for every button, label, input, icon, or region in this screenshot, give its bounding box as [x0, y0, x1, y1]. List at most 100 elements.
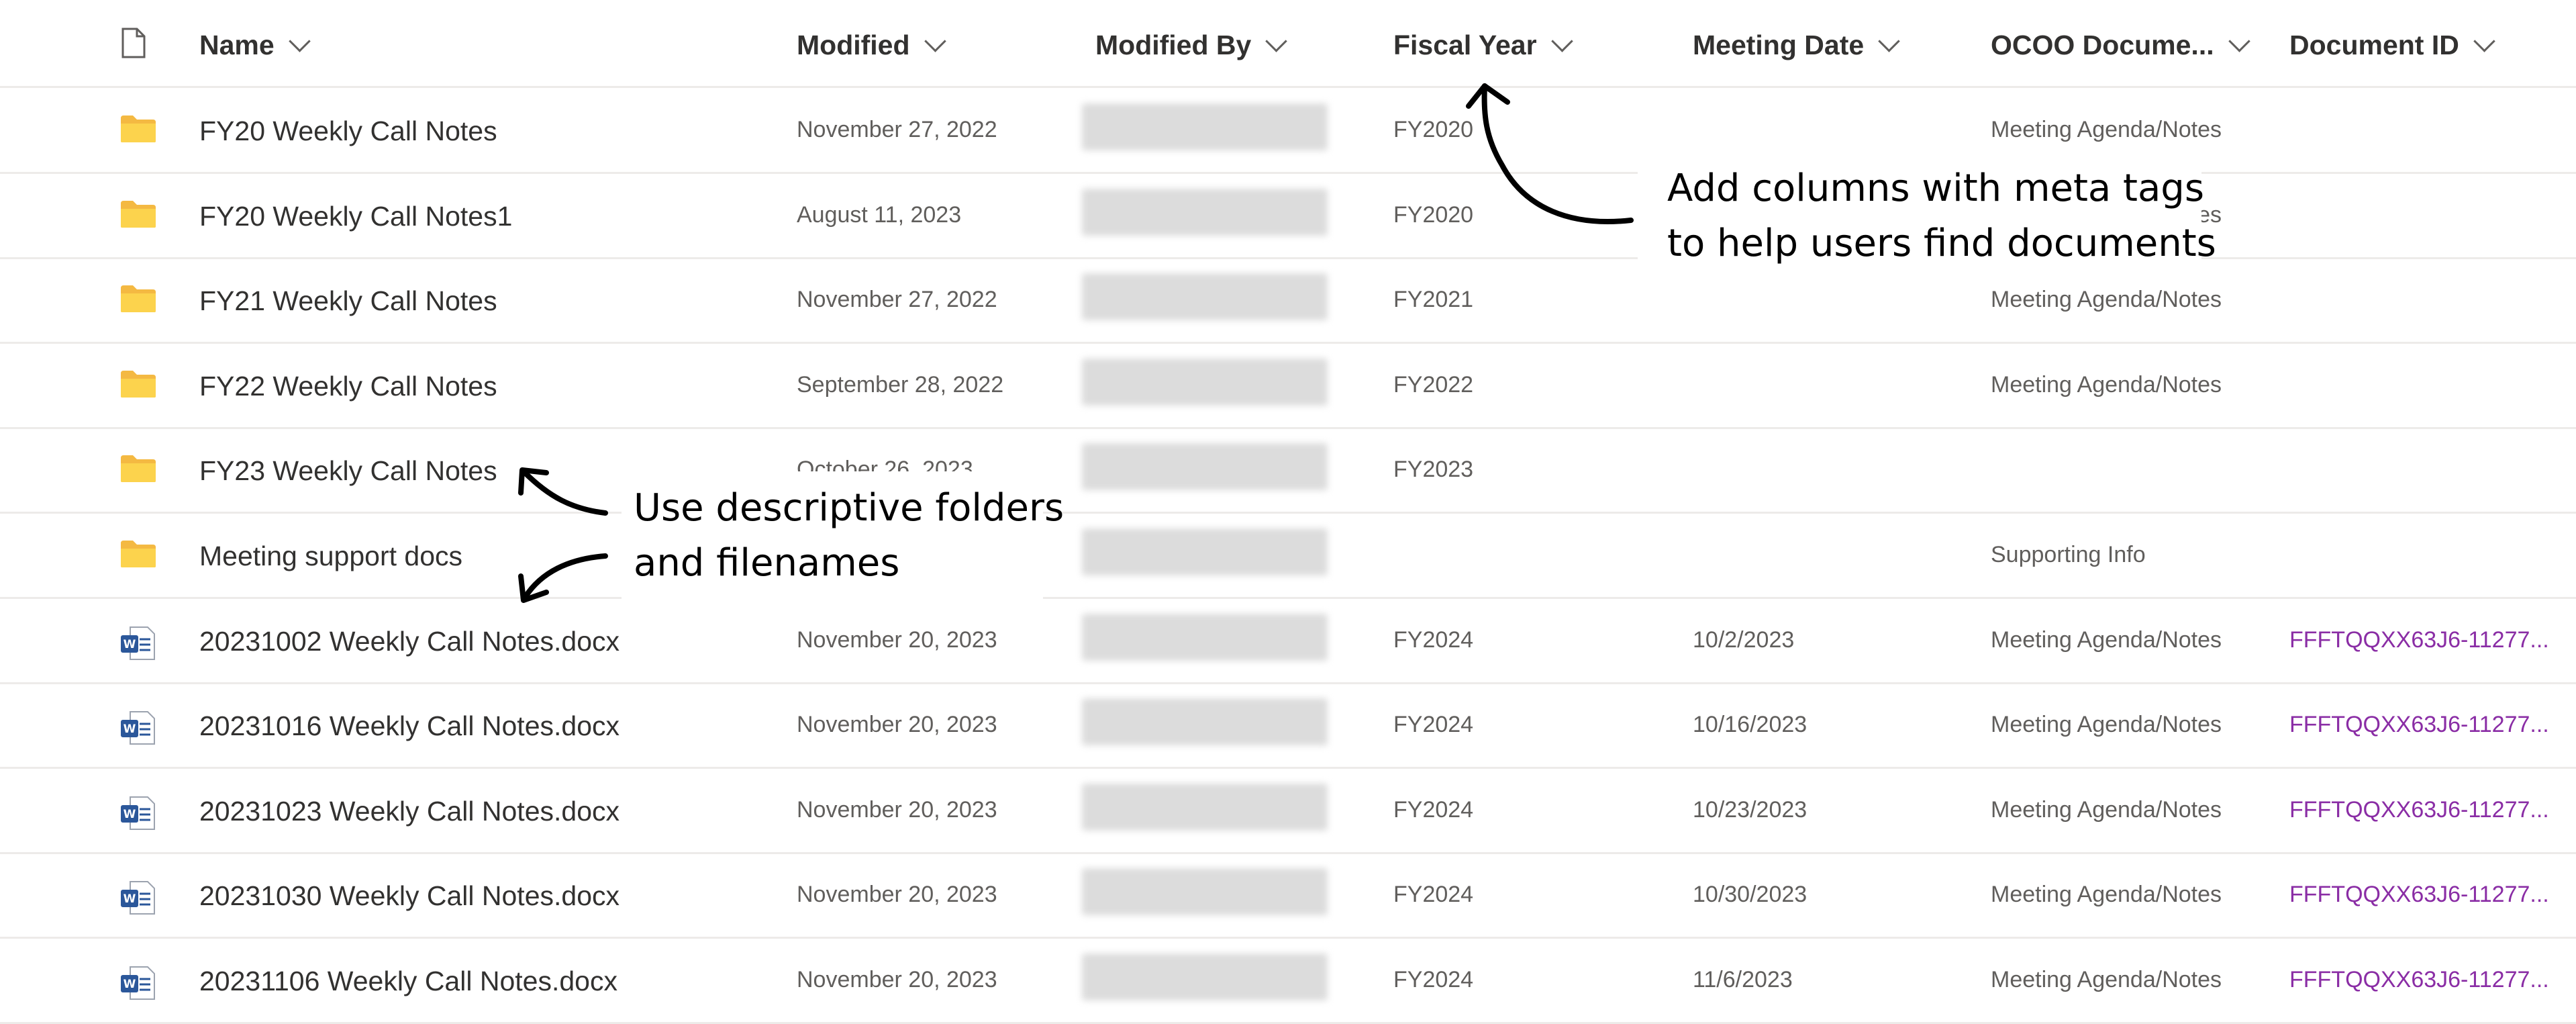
column-header-ocoo-document-type[interactable]: OCOO Docume... — [1991, 30, 2250, 61]
annotation-metadata-line2: to help users find documents — [1667, 222, 2216, 265]
chevron-down-icon — [2228, 30, 2250, 52]
word-doc-icon: W — [119, 964, 157, 1005]
meeting-date-value: 11/6/2023 — [1693, 967, 1793, 992]
modified-by-redacted — [1082, 528, 1328, 575]
folder-icon — [119, 454, 157, 487]
fiscal-year-value: FY2024 — [1393, 712, 1474, 738]
item-name-link[interactable]: FY21 Weekly Call Notes — [199, 285, 497, 317]
ocoo-document-type-value: Meeting Agenda/Notes — [1991, 796, 2222, 823]
folder-icon — [119, 114, 157, 147]
ocoo-document-type-value: Meeting Agenda/Notes — [1991, 626, 2222, 653]
ocoo-document-type-value: Meeting Agenda/Notes — [1991, 371, 2222, 398]
document-id-link[interactable]: FFFTQQXX63J6-11277... — [2289, 882, 2549, 908]
item-name-link[interactable]: Meeting support docs — [199, 541, 462, 572]
column-header-name[interactable]: Name — [199, 30, 311, 61]
modified-date: November 20, 2023 — [797, 882, 997, 908]
annotation-naming-line1: Use descriptive folders — [634, 486, 1064, 530]
column-header-label: OCOO Docume... — [1991, 30, 2214, 60]
folder-icon — [119, 539, 157, 572]
column-header-label: Modified — [797, 30, 910, 60]
table-row[interactable]: W 20231016 Weekly Call Notes.docx November… — [0, 682, 2576, 770]
document-id-link[interactable]: FFFTQQXX63J6-11277... — [2289, 797, 2549, 823]
chevron-down-icon — [2473, 30, 2495, 52]
fiscal-year-value: FY2020 — [1393, 117, 1474, 142]
modified-by-redacted — [1082, 953, 1328, 1000]
modified-by-redacted — [1082, 783, 1328, 831]
meeting-date-value: 10/30/2023 — [1693, 882, 1807, 908]
table-row[interactable]: W 20231023 Weekly Call Notes.docx November… — [0, 767, 2576, 854]
folder-icon — [119, 199, 157, 232]
table-row[interactable]: W 20231002 Weekly Call Notes.docx November… — [0, 598, 2576, 684]
column-header-label: Fiscal Year — [1393, 30, 1537, 60]
item-name-link[interactable]: 20231002 Weekly Call Notes.docx — [199, 626, 620, 657]
document-id-link[interactable]: FFFTQQXX63J6-11277... — [2289, 712, 2549, 738]
modified-date: November 27, 2022 — [797, 117, 997, 142]
column-header-meeting-date[interactable]: Meeting Date — [1693, 30, 1900, 61]
document-id-link[interactable]: FFFTQQXX63J6-11277... — [2289, 967, 2549, 993]
svg-text:W: W — [123, 978, 136, 991]
fiscal-year-value: FY2023 — [1393, 457, 1474, 483]
fiscal-year-value: FY2024 — [1393, 882, 1474, 908]
item-name-link[interactable]: 20231016 Weekly Call Notes.docx — [199, 710, 620, 742]
ocoo-document-type-value: Supporting Info — [1991, 542, 2146, 567]
modified-by-redacted — [1082, 188, 1328, 236]
item-name-link[interactable]: FY22 Weekly Call Notes — [199, 371, 497, 402]
fiscal-year-value: FY2020 — [1393, 201, 1474, 228]
column-header-label: Document ID — [2289, 30, 2459, 60]
item-name-link[interactable]: FY23 Weekly Call Notes — [199, 455, 497, 487]
word-doc-icon: W — [119, 794, 157, 835]
folder-icon — [119, 284, 157, 317]
item-name-link[interactable]: 20231023 Weekly Call Notes.docx — [199, 796, 620, 827]
modified-by-redacted — [1082, 443, 1328, 491]
svg-text:W: W — [123, 808, 136, 821]
chevron-down-icon — [1265, 30, 1288, 52]
modified-date: November 20, 2023 — [797, 626, 997, 653]
item-name-link[interactable]: FY20 Weekly Call Notes1 — [199, 201, 512, 232]
ocoo-document-type-value: Meeting Agenda/Notes — [1991, 287, 2222, 313]
item-name-link[interactable]: 20231030 Weekly Call Notes.docx — [199, 880, 620, 912]
svg-text:W: W — [123, 638, 136, 651]
annotation-naming-line2: and filenames — [634, 541, 900, 585]
modified-by-redacted — [1082, 613, 1328, 661]
modified-date: August 11, 2023 — [797, 201, 962, 228]
column-header-modified[interactable]: Modified — [797, 30, 946, 61]
chevron-down-icon — [288, 30, 311, 52]
column-header-label: Meeting Date — [1693, 30, 1865, 60]
modified-date: November 27, 2022 — [797, 287, 997, 313]
modified-date: November 20, 2023 — [797, 967, 997, 992]
meeting-date-value: 10/23/2023 — [1693, 796, 1807, 823]
document-id-link[interactable]: FFFTQQXX63J6-11277... — [2289, 627, 2549, 653]
ocoo-document-type-value: Meeting Agenda/Notes — [1991, 117, 2222, 142]
ocoo-document-type-value: Meeting Agenda/Notes — [1991, 882, 2222, 908]
table-row[interactable]: FY23 Weekly Call Notes October 26, 2023 FY… — [0, 427, 2576, 514]
chevron-down-icon — [924, 30, 946, 52]
modified-by-redacted — [1082, 868, 1328, 916]
table-row[interactable]: W 20231030 Weekly Call Notes.docx November… — [0, 852, 2576, 939]
column-header-document-id[interactable]: Document ID — [2289, 30, 2495, 61]
item-name-link[interactable]: 20231106 Weekly Call Notes.docx — [199, 966, 617, 997]
folder-icon — [119, 369, 157, 402]
fiscal-year-value: FY2021 — [1393, 287, 1474, 313]
file-icon — [121, 28, 146, 58]
modified-by-redacted — [1082, 358, 1328, 406]
column-header-fiscal-year[interactable]: Fiscal Year — [1393, 30, 1573, 61]
column-header-bar: Name Modified Modified By Fiscal Year Me… — [0, 0, 2576, 88]
svg-text:W: W — [123, 892, 136, 906]
modified-date: September 28, 2022 — [797, 371, 1004, 398]
item-name-link[interactable]: FY20 Weekly Call Notes — [199, 115, 497, 147]
column-header-label: Modified By — [1095, 30, 1252, 60]
modified-by-redacted — [1082, 273, 1328, 321]
ocoo-document-type-value: Meeting Agenda/Notes — [1991, 967, 2222, 992]
word-doc-icon: W — [119, 624, 157, 665]
word-doc-icon: W — [119, 709, 157, 750]
table-row[interactable]: Meeting support docsSeptember 28, 2022Su… — [0, 512, 2576, 599]
table-row[interactable]: W 20231106 Weekly Call Notes.docx November… — [0, 937, 2576, 1024]
annotation-metadata-line1: Add columns with meta tags — [1667, 167, 2205, 210]
modified-by-redacted — [1082, 698, 1328, 746]
modified-date: November 20, 2023 — [797, 796, 997, 823]
meeting-date-value: 10/2/2023 — [1693, 626, 1795, 653]
table-row[interactable]: FY22 Weekly Call Notes September 28, 2022… — [0, 342, 2576, 429]
column-header-modified-by[interactable]: Modified By — [1095, 30, 1288, 61]
column-header-label: Name — [199, 30, 275, 60]
chevron-down-icon — [1878, 30, 1900, 52]
